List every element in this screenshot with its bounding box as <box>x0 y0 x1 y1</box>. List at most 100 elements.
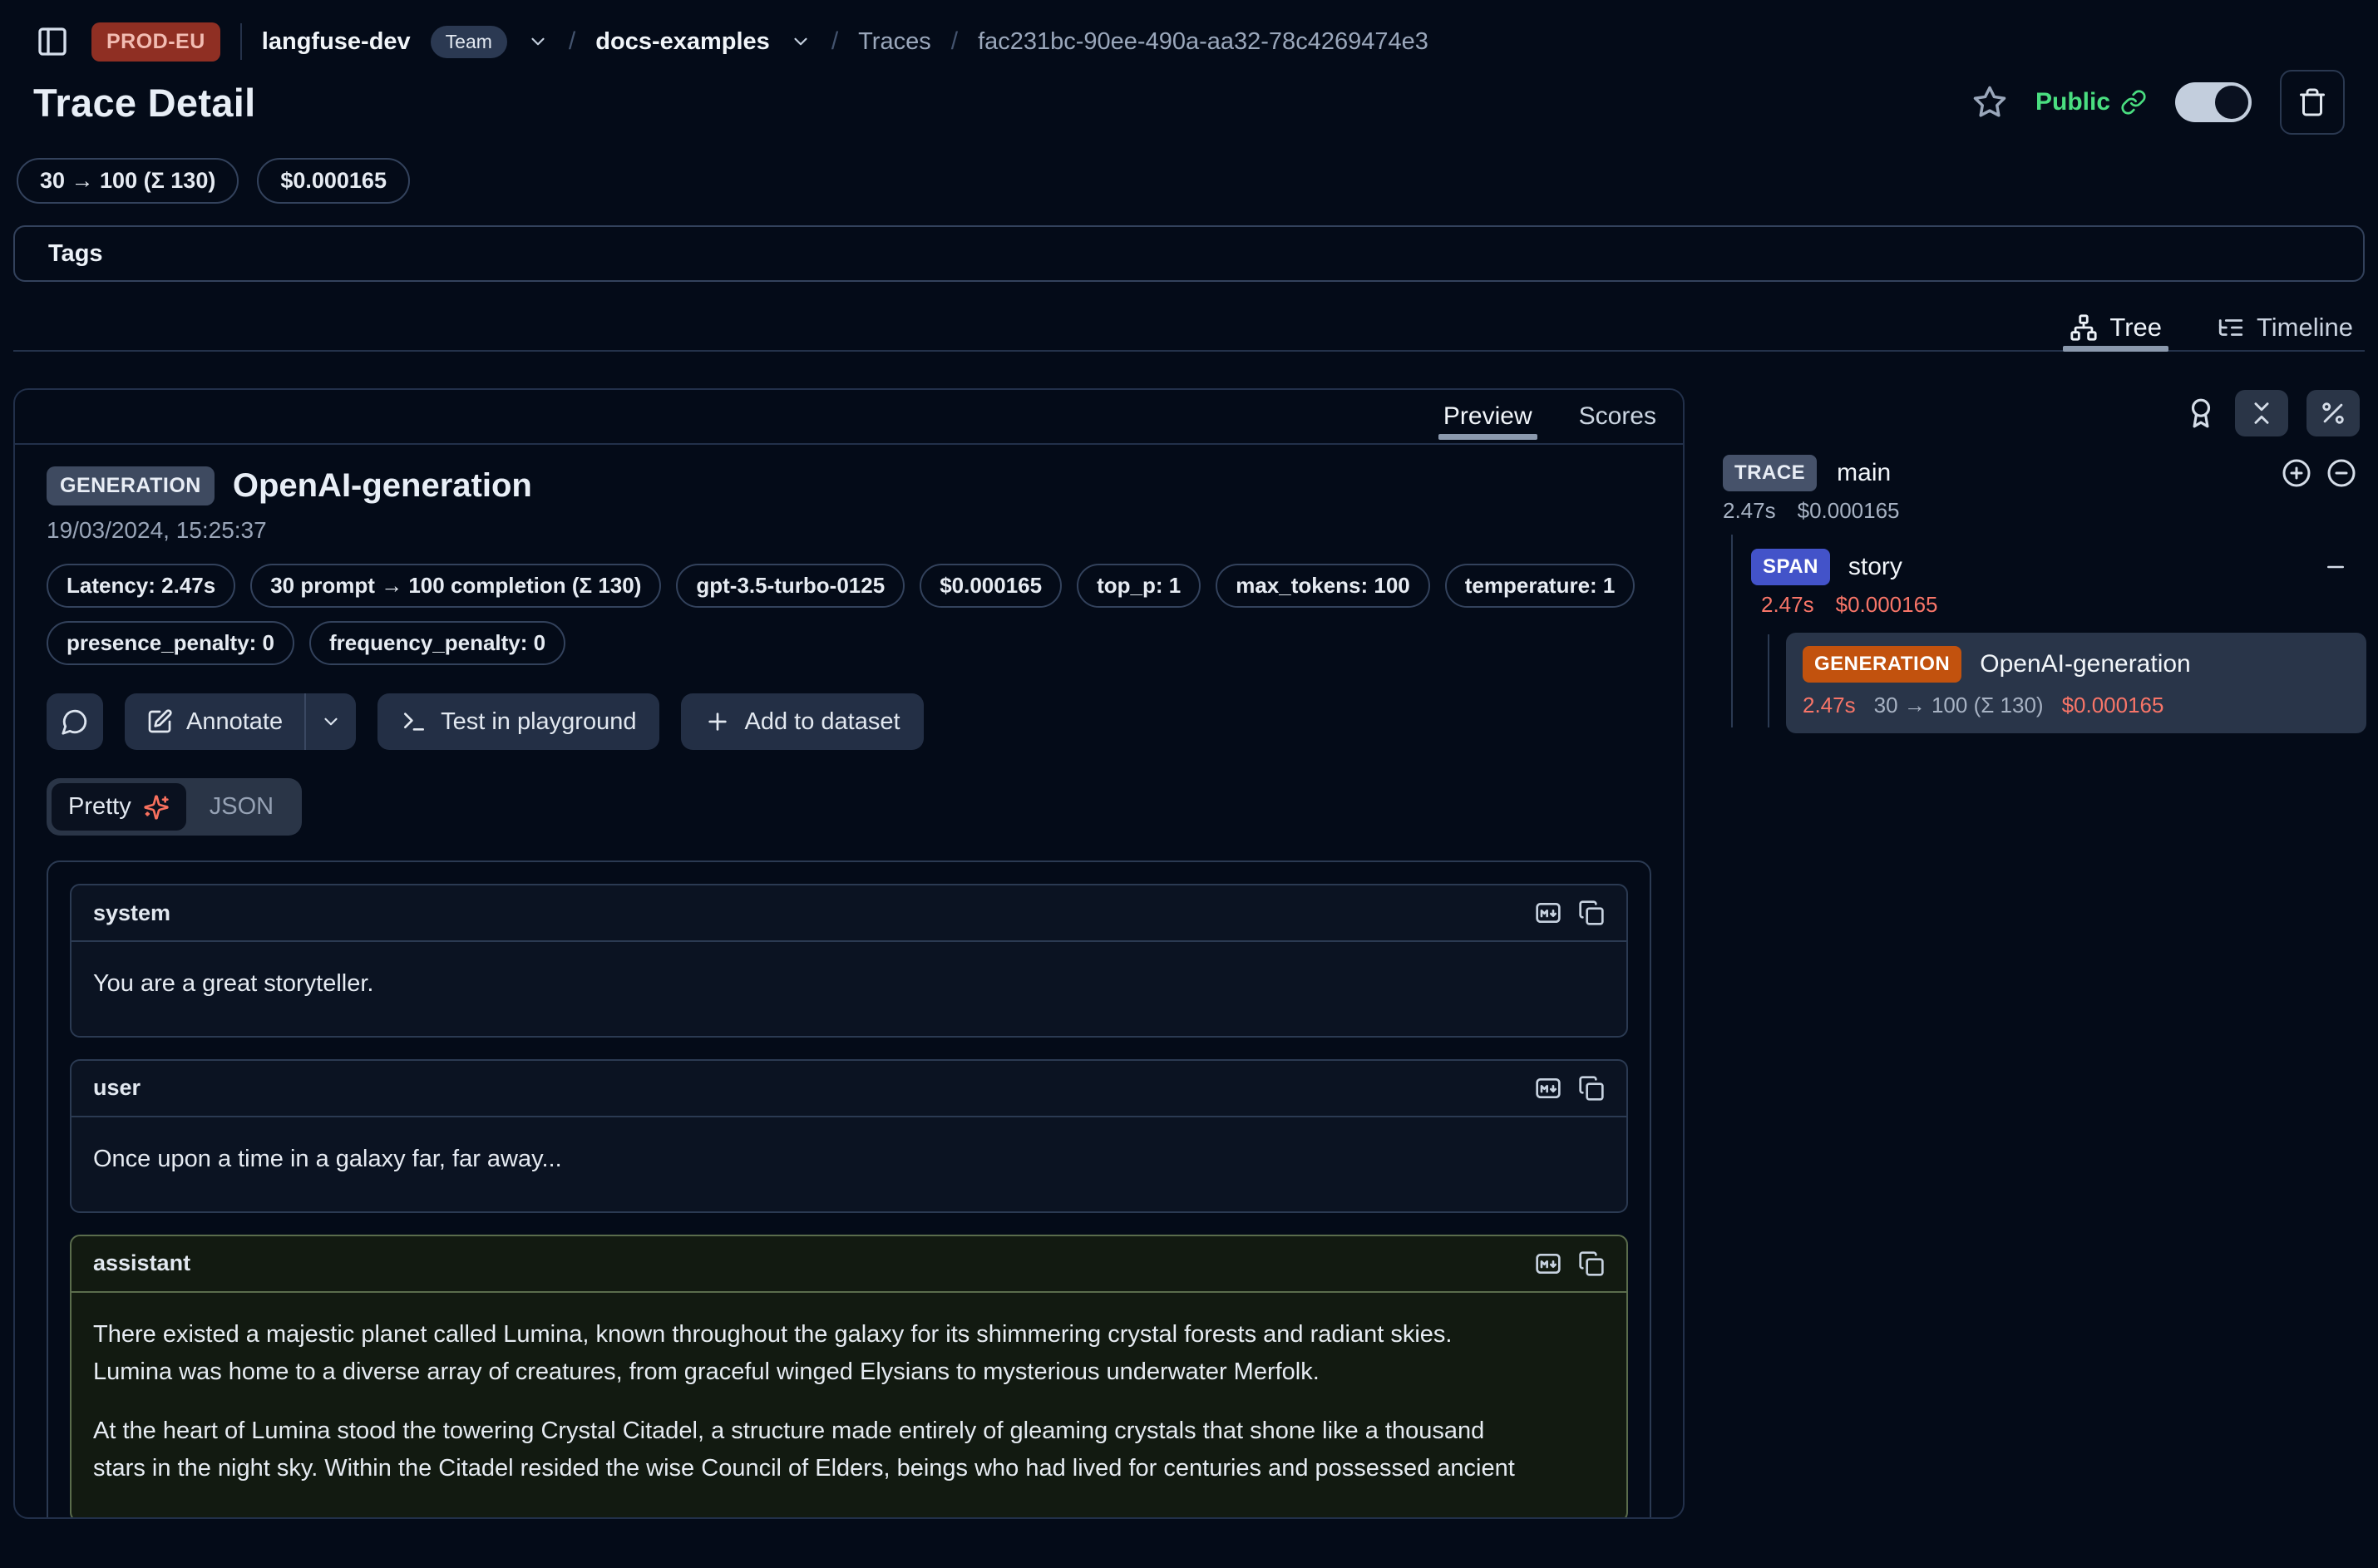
public-visibility-toggle[interactable] <box>2175 82 2252 122</box>
tab-scores[interactable]: Scores <box>1574 390 1661 443</box>
tree-node-generation-selected[interactable]: GENERATION OpenAI-generation 2.47s 30 → … <box>1786 633 2366 733</box>
page-title: Trace Detail <box>33 80 255 126</box>
tab-timeline-label: Timeline <box>2257 313 2353 343</box>
breadcrumb-traces-link[interactable]: Traces <box>858 28 931 56</box>
model-badge: gpt-3.5-turbo-0125 <box>676 564 905 608</box>
tree-connector-line <box>1731 535 1733 727</box>
message-system: system You are a great storyteller. <box>70 884 1628 1038</box>
public-link[interactable]: Public <box>2035 88 2147 116</box>
panel-tabs: Preview Scores <box>15 390 1683 445</box>
fold-vertical-icon <box>2247 399 2276 427</box>
message-header: system <box>72 885 1626 942</box>
tab-preview[interactable]: Preview <box>1438 390 1537 443</box>
latency-badge: Latency: 2.47s <box>47 564 235 608</box>
test-in-playground-button[interactable]: Test in playground <box>377 693 659 750</box>
max-tokens-badge: max_tokens: 100 <box>1216 564 1430 608</box>
breadcrumb-separator: / <box>831 27 838 56</box>
span-latency: 2.47s <box>1761 592 1814 618</box>
tree-node-trace[interactable]: TRACE main <box>1713 455 2366 491</box>
org-plan-badge: Team <box>431 26 507 58</box>
sidebar-toggle-button[interactable] <box>33 22 72 61</box>
pretty-label: Pretty <box>68 793 131 821</box>
generation-name: OpenAI-generation <box>1980 650 2191 678</box>
format-json-button[interactable]: JSON <box>186 783 297 831</box>
temperature-badge: temperature: 1 <box>1445 564 1635 608</box>
markdown-toggle-icon[interactable] <box>1535 1250 1561 1277</box>
bookmark-star-button[interactable] <box>1972 85 2007 120</box>
message-role: system <box>93 900 170 926</box>
message-role: assistant <box>93 1250 190 1276</box>
project-chevron-down-icon[interactable] <box>790 31 812 52</box>
message-role: user <box>93 1075 141 1101</box>
comments-button[interactable] <box>47 693 103 750</box>
message-tools <box>1535 1075 1605 1102</box>
span-metrics: 2.47s $0.000165 <box>1751 592 2366 618</box>
add-to-dataset-button[interactable]: Add to dataset <box>681 693 923 750</box>
assistant-text-line: At the heart of Lumina stood the towerin… <box>93 1413 1605 1450</box>
view-tabs: Tree Timeline <box>13 305 2365 352</box>
tab-tree-label: Tree <box>2109 313 2162 343</box>
minus-icon <box>2323 555 2348 579</box>
format-pretty-button[interactable]: Pretty <box>52 783 186 831</box>
message-content: There existed a majestic planet called L… <box>72 1293 1626 1519</box>
tree-toolbar <box>1713 388 2366 436</box>
add-to-dataset-label: Add to dataset <box>744 708 900 736</box>
trace-name: main <box>1837 459 1891 487</box>
annotate-label: Annotate <box>186 708 283 736</box>
tab-timeline[interactable]: Timeline <box>2213 305 2356 350</box>
playground-label: Test in playground <box>441 708 636 736</box>
messages-container: system You are a great storyteller. user <box>47 860 1651 1519</box>
tree-node-span[interactable]: SPAN story <box>1751 549 2366 585</box>
observation-name: OpenAI-generation <box>233 467 532 505</box>
minus-circle-icon[interactable] <box>2326 458 2356 488</box>
tree-connector-line <box>1768 634 1769 727</box>
org-chevron-down-icon[interactable] <box>527 31 549 52</box>
copy-icon[interactable] <box>1578 1250 1605 1277</box>
observation-badges-row-2: presence_penalty: 0 frequency_penalty: 0 <box>47 621 1651 665</box>
metrics-toggle-button[interactable] <box>2306 390 2360 436</box>
annotate-button[interactable]: Annotate <box>125 693 304 750</box>
message-tools <box>1535 900 1605 926</box>
tags-field[interactable]: Tags <box>13 225 2365 282</box>
message-content: Once upon a time in a galaxy far, far aw… <box>72 1117 1626 1211</box>
delete-trace-button[interactable] <box>2280 70 2345 135</box>
trace-row-actions <box>2282 458 2366 488</box>
percent-icon <box>2319 399 2347 427</box>
trace-latency: 2.47s <box>1723 498 1776 524</box>
pen-square-icon <box>146 708 173 735</box>
title-actions: Public <box>1972 70 2345 135</box>
observation-timestamp: 19/03/2024, 15:25:37 <box>47 517 1651 544</box>
breadcrumb-org[interactable]: langfuse-dev <box>262 28 411 56</box>
trace-cost: $0.000165 <box>1798 498 1900 524</box>
breadcrumb-project[interactable]: docs-examples <box>595 28 770 56</box>
toggle-knob <box>2215 86 2248 119</box>
markdown-toggle-icon[interactable] <box>1535 900 1561 926</box>
title-row: Trace Detail Public <box>0 67 2378 138</box>
top-p-badge: top_p: 1 <box>1077 564 1201 608</box>
span-collapse-button[interactable] <box>2323 555 2366 579</box>
generation-row-header: GENERATION OpenAI-generation <box>1803 646 2350 683</box>
observation-actions: Annotate Test in playground Add to datas… <box>47 693 1651 750</box>
plus-icon <box>704 708 731 735</box>
link-icon <box>2120 89 2147 116</box>
topbar-divider <box>240 23 242 60</box>
copy-icon[interactable] <box>1578 900 1605 926</box>
observation-header: GENERATION OpenAI-generation <box>47 466 1651 505</box>
annotate-dropdown-button[interactable] <box>306 693 356 750</box>
cost-badge: $0.000165 <box>920 564 1062 608</box>
markdown-toggle-icon[interactable] <box>1535 1075 1561 1102</box>
environment-badge[interactable]: PROD-EU <box>91 22 220 62</box>
copy-icon[interactable] <box>1578 1075 1605 1102</box>
observation-badges-row-1: Latency: 2.47s 30 prompt → 100 completio… <box>47 564 1651 608</box>
plus-circle-icon[interactable] <box>2282 458 2311 488</box>
trace-type-badge: TRACE <box>1723 455 1817 491</box>
annotate-split-button: Annotate <box>125 693 356 750</box>
trash-icon <box>2297 87 2327 117</box>
scores-award-button[interactable] <box>2185 397 2217 429</box>
token-usage-badge: 30 prompt → 100 completion (Σ 130) <box>250 564 661 608</box>
message-assistant: assistant There existed a majestic plane… <box>70 1235 1628 1519</box>
collapse-all-button[interactable] <box>2235 390 2288 436</box>
observation-body: GENERATION OpenAI-generation 19/03/2024,… <box>15 445 1683 1519</box>
presence-penalty-badge: presence_penalty: 0 <box>47 621 294 665</box>
tab-tree[interactable]: Tree <box>2066 305 2165 350</box>
